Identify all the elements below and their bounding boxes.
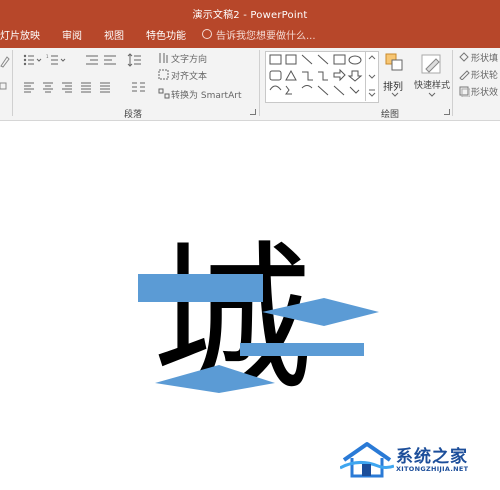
- window-title: 演示文稿2 - PowerPoint: [192, 10, 308, 21]
- tab-special-features[interactable]: 特色功能: [146, 27, 186, 42]
- ribbon-tabs: 灯片放映 审阅 视图 特色功能 告诉我您想要做什么...: [0, 26, 316, 42]
- slide-canvas[interactable]: 城: [0, 121, 500, 486]
- lightbulb-icon: [202, 29, 212, 39]
- blue-rectangle-top[interactable]: [138, 274, 263, 302]
- tab-review[interactable]: 审阅: [62, 27, 82, 42]
- arrange-dropdown-icon[interactable]: [391, 92, 399, 97]
- quick-styles-label[interactable]: 快速样式: [414, 78, 450, 91]
- align-text-icon[interactable]: [158, 69, 170, 81]
- tab-view[interactable]: 视图: [104, 27, 124, 42]
- shape-fill-label[interactable]: 形状填: [471, 51, 498, 64]
- drawing-launcher-icon[interactable]: [444, 109, 450, 115]
- tell-me-text: 告诉我您想要做什么...: [216, 30, 316, 42]
- watermark: 系统之家 XITONGZHIJIA.NET: [340, 438, 500, 486]
- drawing-group-label: 绘图: [381, 110, 400, 120]
- tell-me-box[interactable]: 告诉我您想要做什么...: [202, 27, 316, 42]
- smartart-icon[interactable]: [158, 88, 170, 100]
- separator: [452, 50, 453, 116]
- arrange-icon[interactable]: [384, 52, 406, 74]
- text-direction-label[interactable]: 文字方向: [171, 52, 207, 65]
- font-color-icon[interactable]: [0, 82, 8, 92]
- indent-icon[interactable]: [86, 54, 120, 66]
- align-text-label[interactable]: 对齐文本: [171, 69, 207, 82]
- text-direction-icon[interactable]: [158, 52, 170, 64]
- quick-styles-icon[interactable]: [420, 51, 444, 77]
- ribbon: 1 文字方向 对齐文本 转换为 SmartArt 段落 排列 快速样式 形状填 …: [0, 48, 500, 121]
- house-logo-icon: [340, 442, 394, 478]
- shape-outline-label[interactable]: 形状轮: [471, 68, 498, 81]
- blue-rectangle-middle[interactable]: [240, 343, 364, 356]
- line-spacing-icon[interactable]: [127, 53, 145, 67]
- alignment-icons[interactable]: [24, 82, 134, 94]
- paragraph-launcher-icon[interactable]: [250, 109, 256, 115]
- paragraph-group-label: 段落: [124, 110, 143, 120]
- shape-effects-label[interactable]: 形状效: [471, 85, 498, 98]
- quick-styles-dropdown-icon[interactable]: [428, 92, 436, 97]
- shapes-icons[interactable]: [266, 52, 366, 102]
- slide-drawing[interactable]: 城: [0, 121, 500, 486]
- shapes-gallery[interactable]: [265, 51, 379, 103]
- watermark-title: 系统之家: [396, 447, 468, 467]
- separator: [259, 50, 260, 116]
- pencil-icon[interactable]: [0, 54, 10, 68]
- tab-slideshow[interactable]: 灯片放映: [0, 27, 40, 42]
- pen-outline-icon[interactable]: [458, 68, 470, 80]
- separator: [12, 50, 13, 116]
- convert-smartart-label[interactable]: 转换为 SmartArt: [171, 88, 241, 101]
- watermark-url: XITONGZHIJIA.NET: [396, 465, 469, 473]
- svg-text:1: 1: [46, 54, 49, 59]
- gallery-scrollbar[interactable]: [365, 51, 378, 101]
- bullets-icon[interactable]: 1: [22, 54, 82, 66]
- title-bar: 演示文稿2 - PowerPoint 灯片放映 审阅 视图 特色功能 告诉我您想…: [0, 0, 500, 48]
- columns-icon[interactable]: [131, 81, 149, 95]
- paint-bucket-icon[interactable]: [458, 51, 470, 63]
- arrange-label[interactable]: 排列: [383, 78, 403, 93]
- shape-effects-icon[interactable]: [458, 85, 470, 97]
